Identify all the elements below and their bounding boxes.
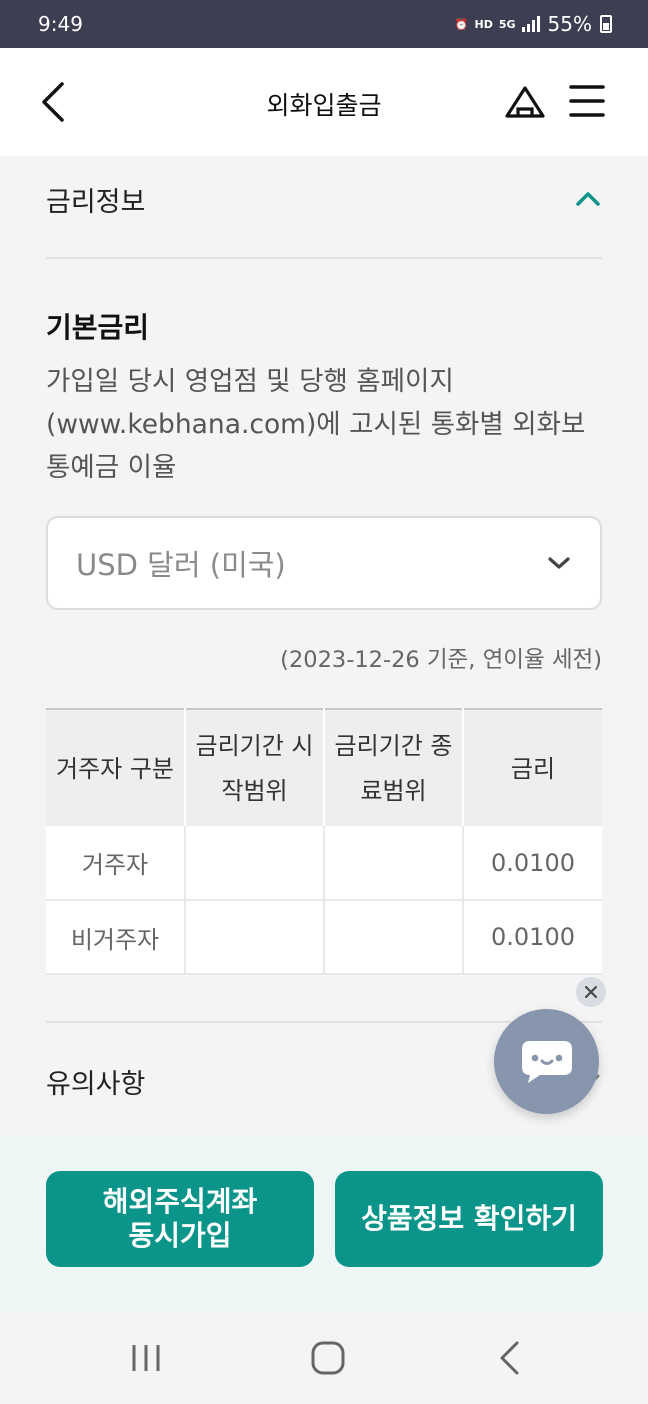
view-product-info-button[interactable]: 상품정보 확인하기: [335, 1171, 603, 1267]
menu-icon[interactable]: [568, 82, 606, 120]
hd-voice-icon: HD: [474, 17, 493, 31]
close-icon: [585, 986, 597, 998]
table-cell: 0.0100: [463, 900, 602, 975]
chevron-down-icon: [548, 557, 570, 569]
chatbot-button[interactable]: [494, 1009, 599, 1114]
table-cell: [185, 900, 325, 975]
status-indicators: ⏰ HD 5G 55%: [455, 12, 612, 36]
table-cell: 거주자: [46, 826, 186, 901]
page-title: 외화입출금: [266, 91, 382, 120]
basic-rate-heading: 기본금리: [46, 311, 150, 344]
rate-info-toggle[interactable]: 금리정보: [46, 176, 602, 222]
rate-basis-note: (2023-12-26 기준, 연이율 세전): [280, 647, 602, 673]
recent-apps-icon[interactable]: [130, 1343, 162, 1373]
table-cell: [324, 826, 464, 901]
table-cell: 0.0100: [463, 826, 602, 901]
open-overseas-stock-account-label: 해외주식계좌 동시가입: [102, 1185, 258, 1252]
table-cell: [185, 826, 325, 901]
battery-icon: [600, 15, 612, 33]
chat-bubble-icon: [521, 1040, 572, 1083]
bottom-action-bar: 해외주식계좌 동시가입 상품정보 확인하기: [0, 1137, 648, 1312]
5g-icon: 5G: [498, 17, 516, 31]
basic-rate-description: 가입일 당시 영업점 및 당행 홈페이지 (www.kebhana.com)에 …: [46, 366, 586, 483]
status-bar: 9:49 ⏰ HD 5G 55%: [0, 0, 648, 48]
rate-table: 거주자 구분 금리기간 시작범위 금리기간 종료범위 금리 거주자 0.0100…: [46, 708, 602, 975]
table-row: 비거주자 0.0100: [46, 900, 602, 975]
nav-back-icon[interactable]: [497, 1340, 523, 1376]
open-overseas-stock-account-button[interactable]: 해외주식계좌 동시가입: [46, 1171, 314, 1267]
signal-icon: [521, 16, 540, 32]
battery-percent: 55%: [547, 12, 592, 36]
alarm-icon: ⏰: [454, 17, 469, 31]
chevron-up-icon: [576, 192, 600, 206]
column-header-end-range: 금리기간 종료범위: [324, 708, 464, 826]
column-header-start-range: 금리기간 시작범위: [185, 708, 325, 826]
notice-title: 유의사항: [46, 1068, 146, 1100]
system-nav-bar: [0, 1312, 648, 1404]
table-cell: 비거주자: [46, 900, 186, 975]
divider: [46, 257, 602, 259]
table-header-row: 거주자 구분 금리기간 시작범위 금리기간 종료범위 금리: [46, 708, 602, 826]
app-header: 외화입출금: [0, 48, 648, 156]
currency-select[interactable]: USD 달러 (미국): [46, 516, 602, 610]
column-header-rate: 금리: [463, 708, 602, 826]
nav-home-icon[interactable]: [310, 1340, 346, 1376]
table-cell: [324, 900, 464, 975]
home-icon[interactable]: [503, 80, 547, 124]
currency-select-value: USD 달러 (미국): [76, 548, 286, 582]
column-header-residency: 거주자 구분: [46, 708, 186, 826]
rate-info-title: 금리정보: [46, 186, 146, 218]
close-chat-button[interactable]: [576, 977, 606, 1007]
status-time: 9:49: [38, 12, 83, 36]
table-row: 거주자 0.0100: [46, 826, 602, 901]
view-product-info-label: 상품정보 확인하기: [361, 1202, 577, 1235]
